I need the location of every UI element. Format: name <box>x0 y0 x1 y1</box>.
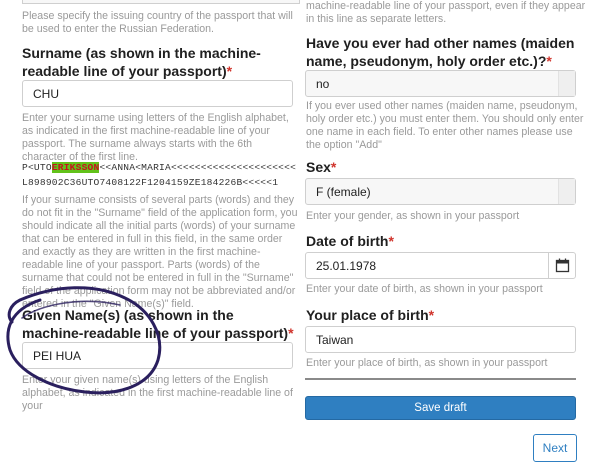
section-divider <box>305 378 576 380</box>
dob-input[interactable]: 25.01.1978 <box>305 252 576 279</box>
surname-input[interactable]: CHU <box>22 80 293 107</box>
place-of-birth-input[interactable]: Taiwan <box>305 326 576 353</box>
sex-select[interactable]: F (female) <box>305 178 576 205</box>
sex-label: Sex* <box>306 159 337 175</box>
given-names-help: Enter your given name(s) using letters o… <box>22 374 293 412</box>
save-draft-button[interactable]: Save draft <box>305 396 576 420</box>
country-select-edge[interactable] <box>22 0 300 4</box>
required-mark: * <box>226 63 233 79</box>
mrz-line-1: P<UTOERIKSSON<<ANNA<MARIA<<<<<<<<<<<<<<<… <box>22 162 297 173</box>
calendar-icon[interactable] <box>548 253 575 278</box>
surname-value: CHU <box>33 86 59 101</box>
required-mark: * <box>546 53 552 69</box>
previous-field-help: machine-readable line of your passport, … <box>306 0 586 25</box>
other-names-value: no <box>316 76 330 91</box>
sex-help: Enter your gender, as shown in your pass… <box>306 210 520 222</box>
mrz-line-2: L898902C36UTO7408122F1204159ZE184226B<<<… <box>22 177 279 188</box>
mrz-surname-highlight: ERIKSSON <box>51 162 100 173</box>
given-names-label: Given Name(s) (as shown in the machine-r… <box>22 307 294 341</box>
dob-label: Date of birth* <box>306 233 394 249</box>
place-of-birth-value: Taiwan <box>316 332 354 347</box>
dob-help: Enter your date of birth, as shown in yo… <box>306 283 543 295</box>
other-names-help: If you ever used other names (maiden nam… <box>306 100 584 151</box>
given-names-value: PEI HUA <box>33 348 82 363</box>
place-of-birth-label: Your place of birth* <box>306 307 435 323</box>
required-mark: * <box>288 325 294 341</box>
chevron-down-icon <box>558 71 575 96</box>
dob-value: 25.01.1978 <box>316 258 377 273</box>
place-of-birth-help: Enter your place of birth, as shown in y… <box>306 357 548 369</box>
required-mark: * <box>428 307 435 323</box>
chevron-down-icon <box>558 179 575 204</box>
given-names-input[interactable]: PEI HUA <box>22 342 293 369</box>
required-mark: * <box>388 233 394 249</box>
sex-value: F (female) <box>316 184 371 199</box>
surname-help: Enter your surname using letters of the … <box>22 112 289 163</box>
other-names-select[interactable]: no <box>305 70 576 97</box>
country-help: Please specify the issuing country of th… <box>22 10 293 35</box>
next-button[interactable]: Next <box>533 434 577 462</box>
surname-label: Surname (as shown in the machine-readabl… <box>22 45 261 79</box>
required-mark: * <box>330 159 337 175</box>
surname-parts-help: If your surname consists of several part… <box>22 194 298 310</box>
other-names-label: Have you ever had other names (maiden na… <box>306 35 575 69</box>
